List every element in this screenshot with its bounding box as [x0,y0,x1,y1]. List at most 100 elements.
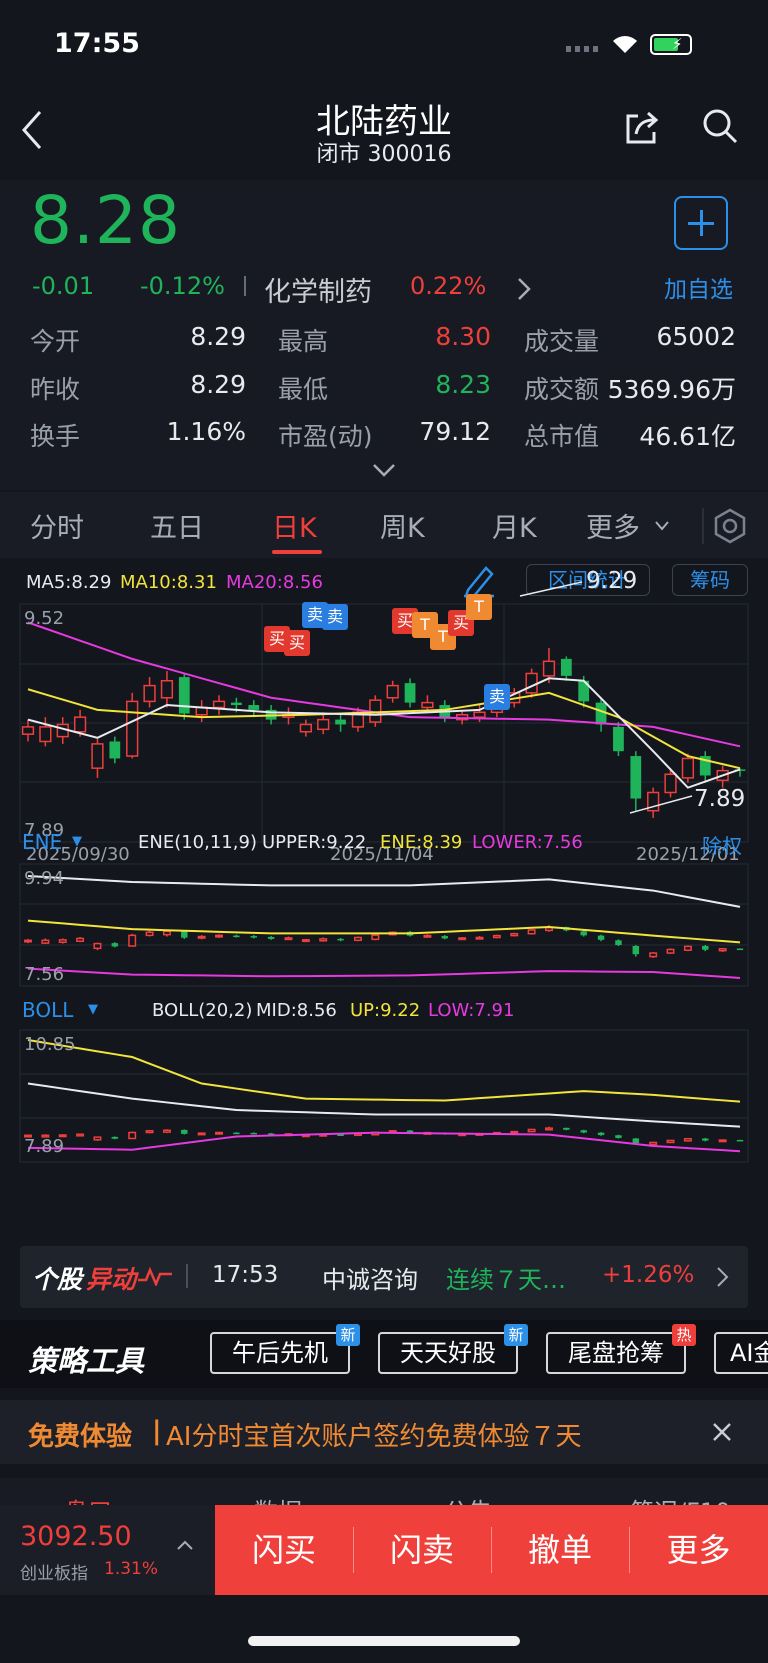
dropdown-icon[interactable]: ▼ [88,1002,98,1017]
stat-label: 成交量 [524,327,600,356]
sell-signal-tag[interactable]: 卖 [322,604,348,630]
candle-body [250,936,257,938]
candle-body [386,684,399,699]
strategy-item[interactable]: 天天好股 [378,1332,518,1374]
boll-mid: MID:8.56 [256,1000,337,1021]
quick-buy-button[interactable]: 闪买 [215,1505,353,1595]
tab-monthly-k[interactable]: 月K [492,506,537,545]
sell-signal-tag[interactable]: 卖 [484,684,510,710]
search-icon[interactable] [700,106,740,146]
candle-body [197,935,206,939]
alert-source: 中诚咨询 [322,1266,418,1294]
y-max-label: 9.52 [24,608,65,629]
stat-label: 最低 [278,375,329,404]
candle-body [560,658,572,676]
tab-daily-k[interactable]: 日K [272,506,317,545]
candle-body [597,935,605,940]
stat-label: 最高 [278,327,329,356]
candle-body [233,935,240,938]
candle-body [145,931,154,937]
candle-body [683,1137,692,1142]
candle-body [580,931,587,936]
sector-name[interactable]: 化学制药 [264,270,372,309]
candle-body [299,723,312,733]
candle-body [76,937,85,942]
stat-label: 换手 [30,422,81,451]
candle-body [458,937,467,941]
stat-label: 今开 [30,327,81,356]
candle-body [353,936,362,942]
stock-alert-bar[interactable]: 个股 异动 17:53 中诚咨询 连续７天… +1.26% [20,1246,748,1308]
alert-logo: 异动 [86,1265,137,1294]
status-time: 17:55 [54,28,140,59]
candle-body [702,1138,709,1141]
candle-body [160,679,174,699]
wifi-icon [613,36,637,53]
tab-five-day[interactable]: 五日 [150,506,204,545]
candle-body [73,716,87,733]
quick-sell-button[interactable]: 闪卖 [353,1505,491,1595]
candle-body [178,677,190,714]
candle-body [736,948,744,951]
candle-body [473,711,486,718]
candle-body [317,718,330,731]
candle-body [613,726,624,752]
alert-logo: 个股 [32,1265,83,1294]
candle-body [615,940,622,946]
t-signal-tag[interactable]: T [466,594,492,620]
ene-mid: ENE:8.39 [380,832,463,853]
boll-selector[interactable]: BOLL [22,998,73,1022]
candle-body [492,934,501,939]
tab-weekly-k[interactable]: 周K [380,506,425,545]
candle-body [563,1127,570,1130]
candle-body [233,1132,240,1135]
candle-body [664,773,677,794]
kline-chart-area: MA5:8.29 MA10:8.31 MA20:8.56 区间统计 筹码 9.5… [0,558,768,1236]
more-actions-button[interactable]: 更多 [629,1505,768,1595]
candle-body [718,1139,727,1143]
tab-intraday[interactable]: 分时 [30,506,84,545]
low-callout: 7.89 [694,786,746,812]
detail-tabs: 盘口 数据 公告 简况/F10 [0,1478,768,1508]
status-bar: 17:55 ⚡ [0,0,768,92]
period-tabs: 分时 五日 日K 周K 月K 更多 [0,492,768,558]
cancel-order-button[interactable]: 撤单 [491,1505,629,1595]
promo-sep: | [152,1416,162,1446]
strategy-item[interactable]: 尾盘抢筹 [546,1332,686,1374]
ene-selector[interactable]: ENE [22,830,62,854]
promo-banner[interactable]: 免费体验 | AI分时宝首次账户签约免费体验７天 [0,1400,768,1464]
sector-pct: 0.22% [410,272,487,300]
close-icon[interactable] [712,1422,732,1442]
trade-actions: 闪买 闪卖 撤单 更多 [215,1505,768,1595]
share-icon[interactable] [622,108,662,148]
candle-body [21,726,35,735]
dropdown-icon[interactable]: ▼ [72,834,82,849]
strategy-item[interactable]: AI金 [714,1332,768,1374]
strategy-item[interactable]: 午后先机 [210,1332,350,1374]
kline-chart[interactable] [0,558,768,1236]
candle-body [24,939,32,943]
chevron-right-icon[interactable] [516,276,532,302]
chevron-right-icon[interactable] [716,1266,730,1288]
candle-body [404,683,416,703]
stat-turnover-rate: 1.16% [166,417,246,446]
candle-body [666,948,675,954]
new-badge: 新 [504,1324,528,1346]
buy-signal-tag[interactable]: 买 [284,630,310,656]
candle-body [421,701,434,709]
settings-icon[interactable] [712,508,748,544]
tab-more[interactable]: 更多 [586,506,640,545]
add-watch-label[interactable]: 加自选 [664,270,733,304]
candle-body [423,934,432,938]
add-watch-button[interactable] [674,196,728,250]
adjust-button[interactable]: 除权 [702,830,742,859]
strategy-tools: 策略工具 午后先机 新 天天好股 新 尾盘抢筹 热 AI金 [0,1320,768,1388]
chevron-down-icon[interactable] [372,462,396,478]
candle-body [319,938,328,942]
chevron-up-icon[interactable] [176,1539,194,1551]
stat-high: 8.30 [435,322,491,351]
index-value: 3092.50 [20,1521,132,1552]
candle-body [231,702,242,706]
candle-body [702,945,709,950]
index-ticker[interactable]: 3092.50 创业板指 1.31% [0,1505,215,1595]
